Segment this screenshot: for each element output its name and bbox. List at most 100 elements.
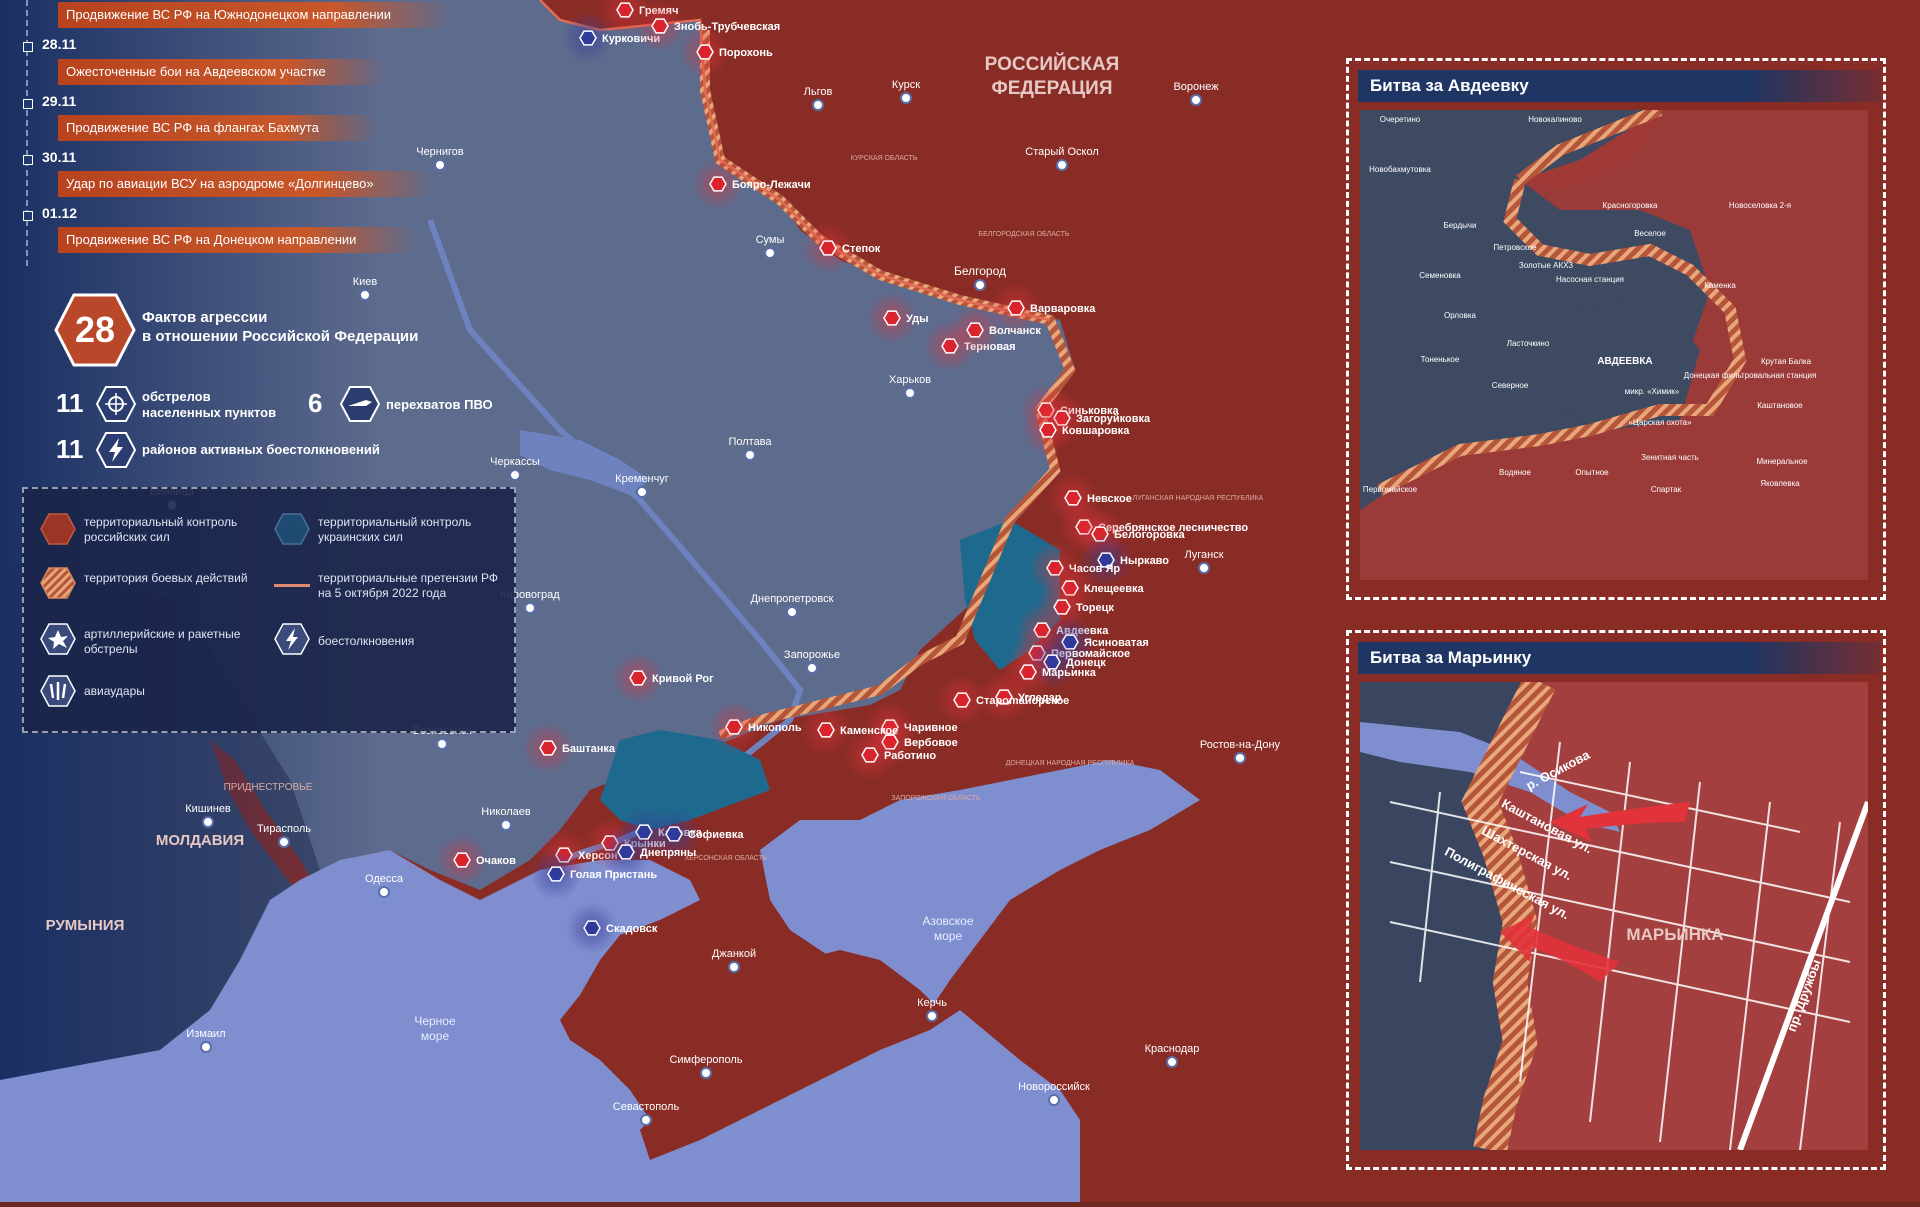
inset-avdeevka-label: Зенитная часть xyxy=(1641,453,1699,462)
inset-avdeevka-label: «Царская охота» xyxy=(1628,418,1692,427)
russian-control-swatch-icon xyxy=(40,513,76,545)
inset-avdeevka-label: Донецкая фильтровальная станция xyxy=(1684,371,1817,380)
inset-avdeevka-label: Яковлевка xyxy=(1760,479,1800,488)
hotspot-label: Варваровка xyxy=(1030,303,1096,315)
timeline-event[interactable]: Продвижение ВС РФ на Южнодонецком направ… xyxy=(58,2,452,28)
hotspot-label: Кривой Рог xyxy=(652,673,714,685)
region-label: ЛУГАНСКАЯ НАРОДНАЯ РЕСПУБЛИКА xyxy=(1133,495,1264,502)
inset-avdeevka-label: Тоненькое xyxy=(1421,355,1460,364)
inset-avdeevka-label: Очеретино xyxy=(1380,115,1421,124)
inset-avdeevka-map[interactable]: Очеретино Новокалиново Новобахмутовка Красн… xyxy=(1360,110,1868,580)
missile-icon xyxy=(340,386,380,422)
clash-icon xyxy=(274,623,310,655)
hotspot-label: Днепряны xyxy=(640,847,696,859)
explosion-icon xyxy=(1039,422,1057,438)
city-label: Запорожье xyxy=(784,649,840,661)
explosion-icon xyxy=(696,44,714,60)
timeline-event[interactable]: Продвижение ВС РФ на флангах Бахмута xyxy=(58,115,379,141)
city-label: Воронеж xyxy=(1173,81,1219,93)
air-defense-label: перехватов ПВО xyxy=(386,397,493,412)
aggression-label: Фактов агрессии в отношении Российской Ф… xyxy=(142,308,462,346)
city-label: Новороссийск xyxy=(1018,1081,1090,1093)
inset-marinka-label: МАРЬИНКА xyxy=(1626,925,1723,944)
timeline-axis xyxy=(26,0,28,270)
sea-label: море xyxy=(934,929,963,943)
timeline-event[interactable]: Продвижение ВС РФ на Донецком направлени… xyxy=(58,227,417,253)
city-dot xyxy=(744,449,756,461)
inset-avdeevka-label: Петровское xyxy=(1493,243,1537,252)
city-label: Севастополь xyxy=(613,1101,680,1113)
city-dot xyxy=(900,92,912,104)
timeline-date: 30.11 xyxy=(42,149,77,165)
inset-avdeevka-label: Каменка xyxy=(1704,281,1736,290)
city-label: Краснодар xyxy=(1145,1043,1200,1055)
inset-avdeevka-label: Красногоровка xyxy=(1603,201,1658,210)
lightning-icon xyxy=(96,432,136,468)
inset-avdeevka-label: АВДЕЕВКА xyxy=(1597,356,1652,367)
city-label: Одесса xyxy=(365,873,404,885)
plane-icon xyxy=(579,30,597,46)
explosion-icon xyxy=(1019,664,1037,680)
inset-avdeevka-label: Северное xyxy=(1492,381,1529,390)
shelling-label-line2: населенных пунктов xyxy=(142,405,277,420)
country-label: РУМЫНИЯ xyxy=(46,917,125,934)
explosion-icon xyxy=(629,670,647,686)
timeline: Продвижение ВС РФ на Южнодонецком направ… xyxy=(20,0,452,270)
inset-avdeevka-label: Каштановое xyxy=(1757,401,1803,410)
hotspot-label: Голая Пристань xyxy=(570,869,657,881)
hotspot-label: Уды xyxy=(906,313,929,325)
timeline-date: 29.11 xyxy=(42,93,77,109)
inset-marinka: Битва за Марьинку р. Осикова Каштановая … xyxy=(1346,630,1886,1170)
city-dot xyxy=(524,602,536,614)
hotspot-label: Баштанка xyxy=(562,743,616,755)
explosion-icon xyxy=(539,740,557,756)
timeline-event[interactable]: Ожесточенные бои на Авдеевском участке xyxy=(58,59,386,85)
country-label: МОЛДАВИЯ xyxy=(156,832,244,849)
hotspot-label: Никополь xyxy=(748,722,802,734)
explosion-icon xyxy=(817,722,835,738)
inset-avdeevka-label: Минеральное xyxy=(1756,457,1808,466)
explosion-icon xyxy=(1007,300,1025,316)
hotspot-label: Каменское xyxy=(840,725,898,737)
hotspot-label: Ковшаровка xyxy=(1062,425,1130,437)
region-label: КУРСКАЯ ОБЛАСТЬ xyxy=(851,155,918,162)
city-dot xyxy=(500,819,512,831)
city-label: Измаил xyxy=(186,1028,225,1040)
combat-zone-swatch-icon xyxy=(40,567,76,599)
city-label: Полтава xyxy=(728,436,772,448)
region-label: ПРИДНЕСТРОВЬЕ xyxy=(224,782,313,793)
sea-label: Черное xyxy=(414,1014,456,1028)
city-dot xyxy=(1048,1094,1060,1106)
hotspot-label: Бояро-Лежачи xyxy=(732,179,811,191)
sea-label: Азовское xyxy=(922,914,973,928)
city-label: Курск xyxy=(892,79,920,91)
city-dot xyxy=(974,279,986,291)
inset-marinka-title: Битва за Марьинку xyxy=(1358,642,1880,674)
hotspot-label: Порохонь xyxy=(719,47,773,59)
inset-marinka-map[interactable]: р. Осикова Каштановая ул. Шахтерская ул. По… xyxy=(1360,682,1868,1150)
inset-avdeevka-title: Битва за Авдеевку xyxy=(1358,70,1880,102)
clashes-count: 11 xyxy=(56,434,84,464)
timeline-event[interactable]: Удар по авиации ВСУ на аэродроме «Долгин… xyxy=(58,171,434,197)
city-dot xyxy=(378,886,390,898)
inset-avdeevka-label: Новокалиново xyxy=(1528,115,1582,124)
city-dot xyxy=(1234,752,1246,764)
explosion-icon xyxy=(651,18,669,34)
city-label: Киев xyxy=(353,276,378,288)
legend-combat-zone: территория боевых действий xyxy=(84,571,248,585)
city-dot xyxy=(764,247,776,259)
city-label: Джанкой xyxy=(712,948,756,960)
inset-avdeevka-label: микр. «Химик» xyxy=(1625,387,1680,396)
legend-airstrikes: авиаудары xyxy=(84,684,145,698)
city-dot xyxy=(636,486,648,498)
legend-ukrainian-control: территориальный контроль украинских сил xyxy=(318,515,472,544)
region-label: ХЕРСОНСКАЯ ОБЛАСТЬ xyxy=(685,855,768,862)
city-label: Старый Оскол xyxy=(1025,146,1099,158)
airstrike-icon xyxy=(40,675,76,707)
city-label: Керчь xyxy=(917,997,947,1009)
shelling-count: 11 xyxy=(56,388,84,418)
plane-icon xyxy=(583,920,601,936)
city-dot xyxy=(278,836,290,848)
city-dot xyxy=(359,289,371,301)
legend-artillery: артиллерийские и ракетные обстрелы xyxy=(84,627,241,656)
